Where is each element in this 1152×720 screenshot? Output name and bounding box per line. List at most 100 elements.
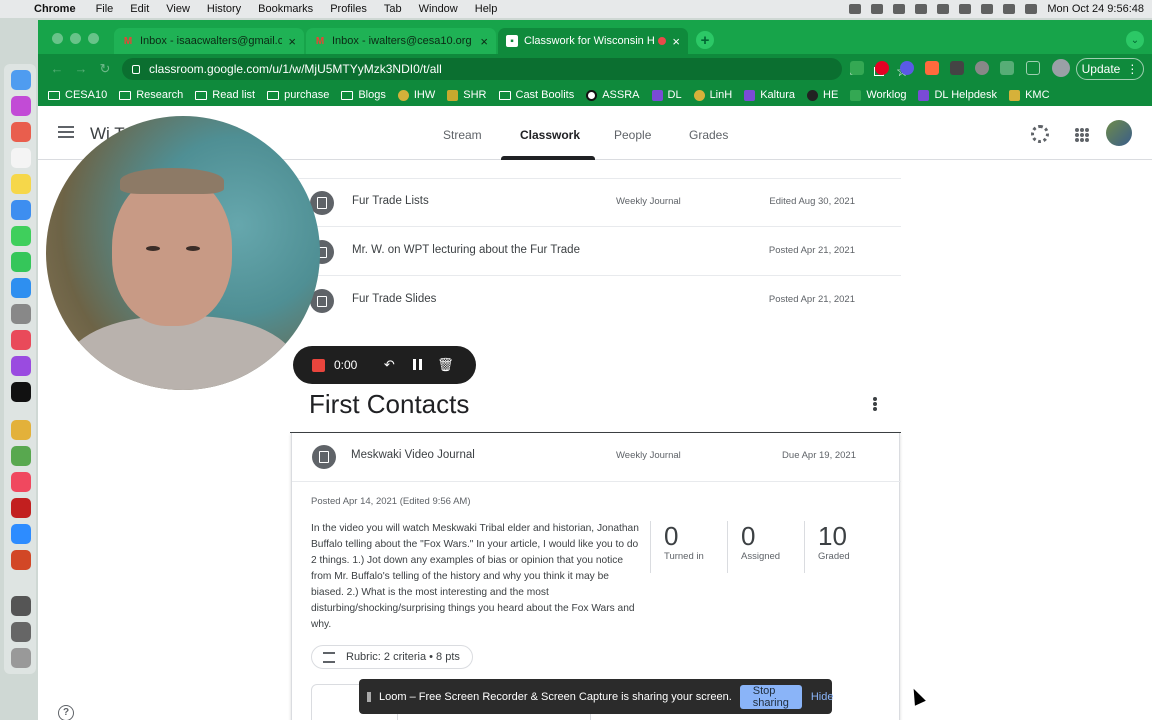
bookmark-assra[interactable]: ASSRA xyxy=(586,89,640,101)
reload-icon[interactable]: ↻ xyxy=(96,60,114,78)
help-icon[interactable]: ? xyxy=(58,705,74,720)
menu-view[interactable]: View xyxy=(166,3,190,15)
bookmark-read-list[interactable]: Read list xyxy=(195,89,255,101)
menu-profiles[interactable]: Profiles xyxy=(330,3,367,15)
extension-icon[interactable] xyxy=(950,61,964,75)
main-menu-icon[interactable] xyxy=(58,126,74,138)
more-vert-icon[interactable]: ⋮ xyxy=(1126,62,1138,76)
bookmark-cast-boolits[interactable]: Cast Boolits xyxy=(498,89,574,101)
news-icon[interactable] xyxy=(11,330,31,350)
stat-assigned[interactable]: 0 Assigned xyxy=(727,521,804,573)
podcasts-icon[interactable] xyxy=(11,356,31,376)
pinterest-icon[interactable] xyxy=(875,61,889,75)
app-store-icon[interactable] xyxy=(11,278,31,298)
tab-gmail-work[interactable]: M Inbox - iwalters@cesa10.org - × xyxy=(306,28,496,54)
close-tab-icon[interactable]: × xyxy=(672,34,680,49)
hide-notification-button[interactable]: Hide xyxy=(811,691,834,703)
back-icon[interactable]: ← xyxy=(48,60,66,78)
stat-turned-in[interactable]: 0 Turned in xyxy=(650,521,727,573)
slack-icon[interactable] xyxy=(11,446,31,466)
location-icon[interactable] xyxy=(849,4,862,14)
search-icon[interactable] xyxy=(981,4,994,14)
finder-icon[interactable] xyxy=(11,70,31,90)
loom-extension-icon[interactable] xyxy=(925,61,939,75)
menu-bookmarks[interactable]: Bookmarks xyxy=(258,3,313,15)
new-tab-button[interactable]: + xyxy=(696,31,714,49)
siri-dock-icon[interactable] xyxy=(11,96,31,116)
close-tab-icon[interactable]: × xyxy=(480,34,488,49)
loom-camera-bubble[interactable] xyxy=(46,116,320,390)
downloads-icon[interactable] xyxy=(11,596,31,616)
tab-people[interactable]: People xyxy=(614,128,651,142)
close-tab-icon[interactable]: × xyxy=(288,34,296,49)
folder-icon[interactable] xyxy=(11,622,31,642)
bookmark-dl[interactable]: DL xyxy=(651,89,682,101)
tab-classwork[interactable]: ▪ Classwork for Wisconsin H × xyxy=(498,28,688,54)
acrobat-icon[interactable] xyxy=(11,498,31,518)
bookmark-ihw[interactable]: IHW xyxy=(397,89,435,101)
bookmark-linh[interactable]: LinH xyxy=(693,89,732,101)
menu-edit[interactable]: Edit xyxy=(130,3,149,15)
wifi-icon[interactable] xyxy=(959,4,972,14)
bookmark-dl-helpdesk[interactable]: DL Helpdesk xyxy=(918,89,997,101)
delete-recording-icon[interactable]: 🗑 xyxy=(431,357,459,373)
reminders-icon[interactable] xyxy=(11,148,31,168)
topic-more-options-icon[interactable] xyxy=(873,397,877,411)
tab-grades[interactable]: Grades xyxy=(689,128,728,142)
trash-icon[interactable] xyxy=(11,648,31,668)
siri-icon[interactable] xyxy=(1025,4,1038,14)
launchpad-icon[interactable] xyxy=(11,122,31,142)
zoom-window-button[interactable] xyxy=(88,33,99,44)
tab-classwork-active[interactable]: Classwork xyxy=(520,128,580,142)
extensions-puzzle-icon[interactable] xyxy=(1000,61,1014,75)
control-center-icon[interactable] xyxy=(1003,4,1016,14)
system-preferences-icon[interactable] xyxy=(11,304,31,324)
menu-help[interactable]: Help xyxy=(475,3,498,15)
extension-icon[interactable] xyxy=(975,61,989,75)
zoom-icon[interactable] xyxy=(11,524,31,544)
loom-menubar-icon[interactable] xyxy=(871,4,884,14)
bookmark-purchase[interactable]: purchase xyxy=(267,89,329,101)
tab-stream[interactable]: Stream xyxy=(443,128,482,142)
close-window-button[interactable] xyxy=(52,33,63,44)
tab-gmail-personal[interactable]: M Inbox - isaacwalters@gmail.com × xyxy=(114,28,304,54)
menu-app-chrome[interactable]: Chrome xyxy=(34,3,76,15)
battery-icon[interactable] xyxy=(937,4,950,14)
stop-sharing-button[interactable]: Stop sharing xyxy=(739,684,802,709)
minimize-window-button[interactable] xyxy=(70,33,81,44)
notes-icon[interactable] xyxy=(11,174,31,194)
drag-handle-icon[interactable] xyxy=(367,691,371,702)
bookmark-worklog[interactable]: Worklog xyxy=(850,89,906,101)
stat-graded[interactable]: 10 Graded xyxy=(804,521,881,573)
menubar-clock[interactable]: Mon Oct 24 9:56:48 xyxy=(1047,3,1144,15)
menu-history[interactable]: History xyxy=(207,3,241,15)
side-panel-icon[interactable] xyxy=(1026,61,1040,75)
settings-gear-icon[interactable] xyxy=(1031,125,1049,143)
bookmark-he[interactable]: HE xyxy=(807,89,838,101)
bookmark-blogs[interactable]: Blogs xyxy=(341,89,386,101)
messages-icon[interactable] xyxy=(11,226,31,246)
bluetooth-icon[interactable] xyxy=(915,4,928,14)
profile-avatar[interactable] xyxy=(1052,59,1070,77)
lock-icon[interactable] xyxy=(132,64,140,74)
bookmark-shr[interactable]: SHR xyxy=(447,89,487,101)
apple-tv-icon[interactable] xyxy=(11,382,31,402)
forward-icon[interactable]: → xyxy=(72,60,90,78)
pause-recording-icon[interactable] xyxy=(403,358,431,373)
translate-icon[interactable] xyxy=(11,200,31,220)
menu-window[interactable]: Window xyxy=(419,3,458,15)
facetime-icon[interactable] xyxy=(11,252,31,272)
bookmark-cesa10[interactable]: CESA10 xyxy=(48,89,107,101)
chrome-icon[interactable] xyxy=(11,420,31,440)
tab-search-icon[interactable]: ⌄ xyxy=(1126,31,1144,49)
menu-tab[interactable]: Tab xyxy=(384,3,402,15)
assignment-header[interactable]: Meskwaki Video Journal Weekly Journal Du… xyxy=(292,433,901,482)
list-item[interactable]: Mr. W. on WPT lecturing about the Fur Tr… xyxy=(290,228,901,276)
rubric-chip[interactable]: Rubric: 2 criteria • 8 pts xyxy=(311,645,473,669)
extension-icon[interactable] xyxy=(850,61,864,75)
google-apps-icon[interactable] xyxy=(1075,128,1089,142)
bookmark-kaltura[interactable]: Kaltura xyxy=(744,89,795,101)
music-icon[interactable] xyxy=(11,472,31,492)
account-avatar[interactable] xyxy=(1106,120,1132,146)
list-item[interactable]: Fur Trade Lists Weekly Journal Edited Au… xyxy=(290,179,901,227)
